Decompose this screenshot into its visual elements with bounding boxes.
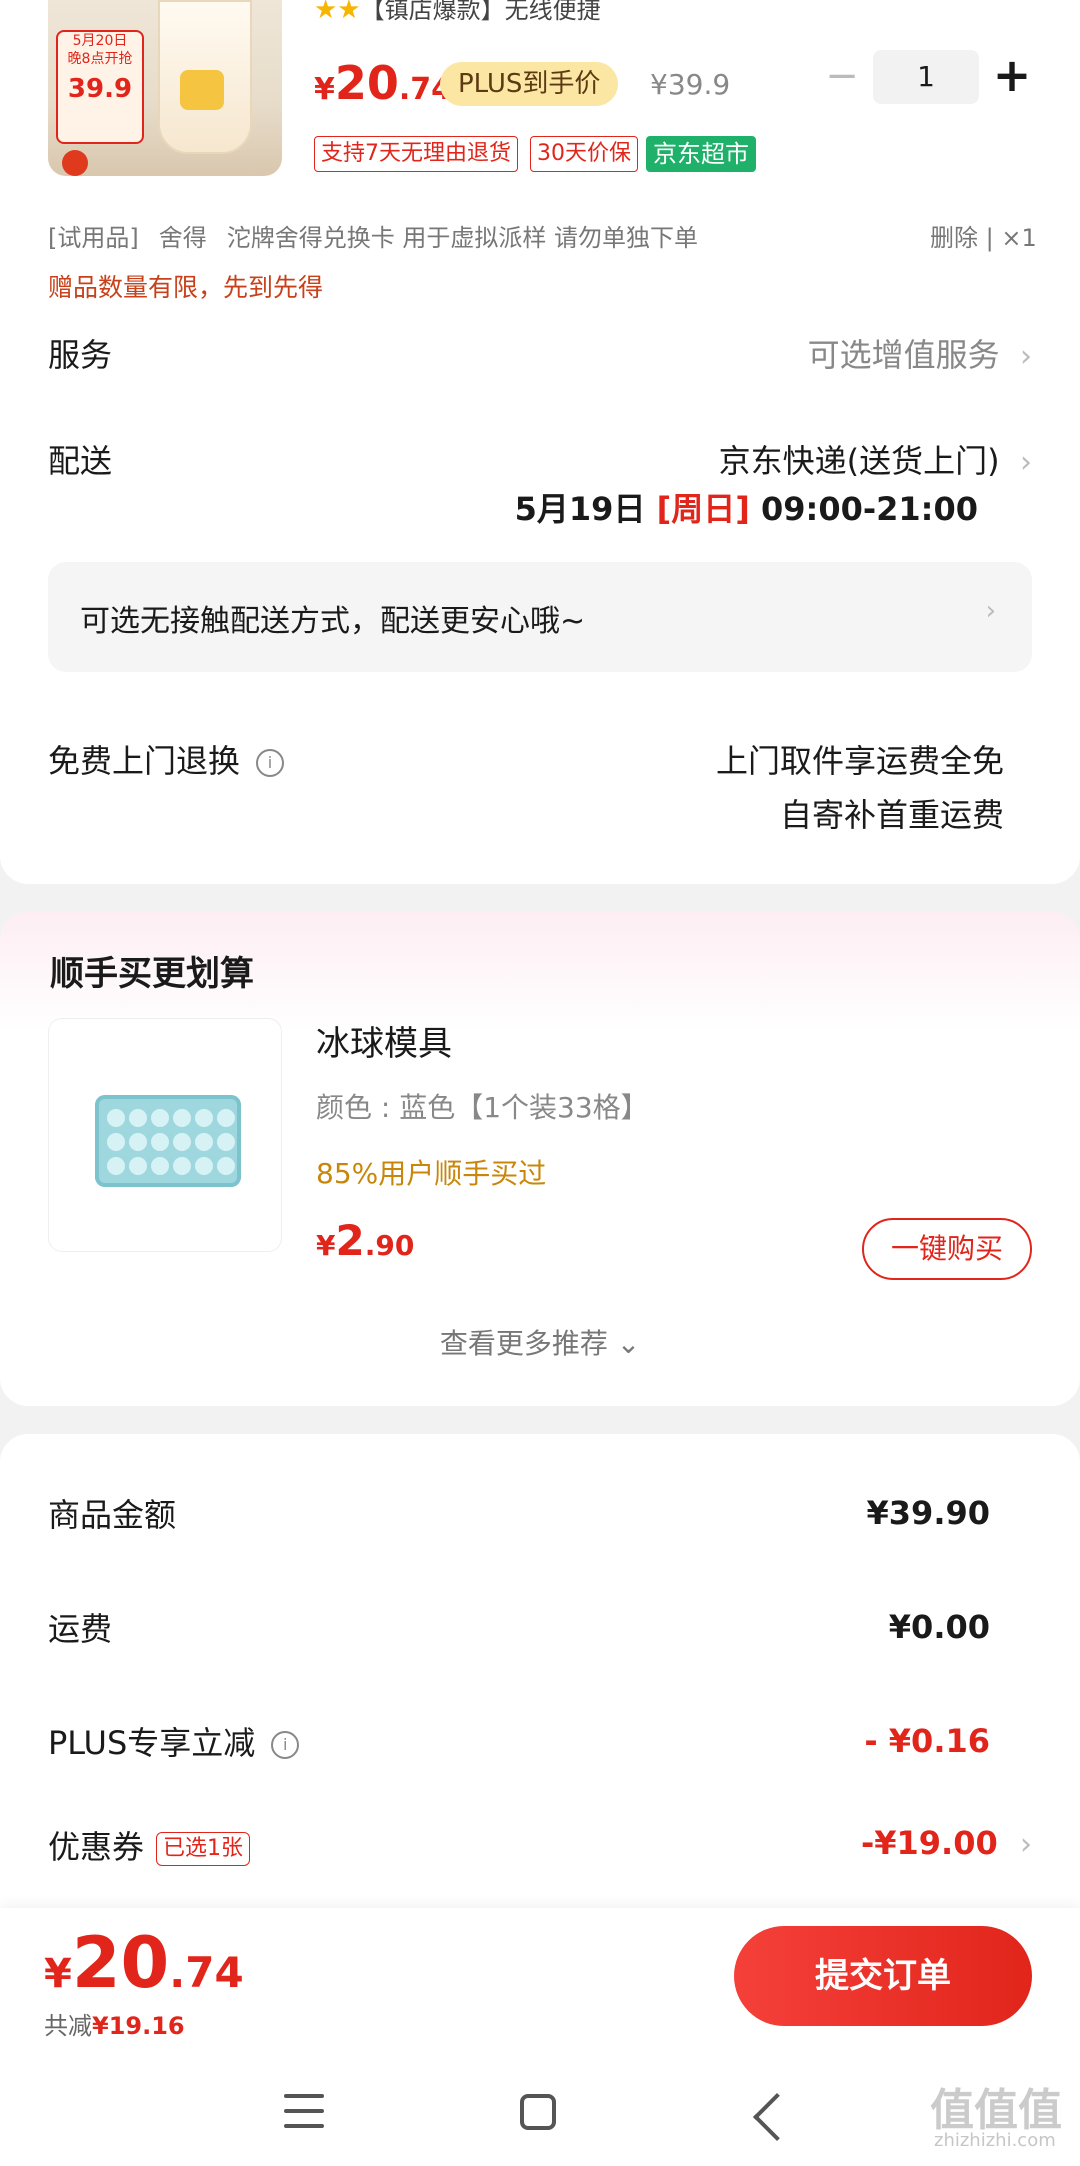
goods-amount-value: ¥39.90: [866, 1494, 990, 1532]
plus-discount-label: PLUS专享立减: [48, 1724, 256, 1762]
ice-cell: [107, 1157, 125, 1175]
service-value: 可选增值服务: [807, 336, 1000, 374]
ice-cell: [129, 1109, 147, 1127]
chevron-right-icon: ›: [985, 596, 996, 626]
goods-amount-label: 商品金额: [48, 1496, 177, 1534]
delivery-method-row[interactable]: 京东快递(送货上门) ›: [719, 436, 1032, 482]
delivery-method: 京东快递(送货上门): [718, 442, 1000, 480]
recent-apps-icon[interactable]: [284, 2094, 324, 2128]
shipping-value: ¥0.00: [888, 1608, 990, 1646]
ice-cell: [151, 1157, 169, 1175]
product-thumbnail[interactable]: 5月20日 晚8点开抢 39.9: [48, 0, 282, 176]
gift-note: 赠品数量有限，先到先得: [48, 273, 324, 302]
ice-cell: [129, 1157, 147, 1175]
system-nav-bar: [0, 2058, 1080, 2166]
ice-cell: [173, 1109, 191, 1127]
delivery-time: 5月19日 [周日] 09:00-21:00: [514, 490, 978, 528]
tomato-image: [62, 150, 88, 176]
star-icon: ★★: [314, 0, 361, 25]
coupon-label: 优惠券: [48, 1828, 145, 1866]
returns-row: 免费上门退换 i: [48, 736, 285, 782]
return-policy-tag: 支持7天无理由退货: [314, 136, 518, 172]
ice-cell: [217, 1133, 235, 1151]
one-click-buy-button[interactable]: 一键购买: [862, 1218, 1032, 1280]
see-more-recommend-link[interactable]: 查看更多推荐 ⌄: [0, 1322, 1080, 1362]
quantity-increase-button[interactable]: +: [990, 52, 1034, 100]
plus-price-tag: PLUS到手价: [440, 62, 619, 106]
recommend-title: 顺手买更划算: [50, 954, 254, 994]
delivery-label: 配送: [48, 442, 113, 480]
product-title[interactable]: ★★【镇店爆款】无线便捷: [314, 0, 601, 25]
recommend-item-price: ¥2.90: [316, 1216, 415, 1265]
promo-time: 晚8点开抢: [67, 51, 133, 67]
chevron-right-icon: ›: [1020, 339, 1032, 374]
promo-price: 39.9: [67, 74, 133, 104]
service-row[interactable]: 可选增值服务 ›: [808, 330, 1032, 376]
recommend-item-attr: 颜色 : 蓝色【1个装33格】: [316, 1091, 649, 1124]
contactless-delivery-option[interactable]: 可选无接触配送方式，配送更安心哦~ ›: [48, 562, 1032, 672]
ice-cell: [195, 1133, 213, 1151]
ice-cell: [217, 1157, 235, 1175]
recommend-card: 顺手买更划算 冰球模具 颜色 : 蓝色【1个装33格】 85%用户顺手买过 ¥2…: [0, 912, 1080, 1406]
home-icon[interactable]: [520, 2094, 556, 2130]
recommend-item-bought: 85%用户顺手买过: [316, 1157, 547, 1190]
submit-order-button[interactable]: 提交订单: [734, 1926, 1032, 2026]
returns-label: 免费上门退换: [48, 742, 241, 780]
gift-qty: ×1: [1001, 224, 1037, 252]
price-protect-tag: 30天价保: [530, 136, 638, 172]
ice-cell: [151, 1109, 169, 1127]
promo-date: 5月20日: [72, 33, 128, 49]
gift-item: [试用品] 舍得 沱牌舍得兑换卡 用于虚拟派样 请勿单独下单: [48, 218, 718, 253]
gift-actions: 删除 | ×1: [930, 224, 1037, 252]
coupon-chosen-tag: 已选1张: [156, 1832, 251, 1866]
service-label: 服务: [48, 336, 113, 374]
delivery-weekday: [周日]: [656, 490, 750, 528]
gift-delete-link[interactable]: 删除: [930, 224, 978, 252]
plus-discount-value: - ¥0.16: [864, 1722, 990, 1760]
ice-cell: [107, 1133, 125, 1151]
chevron-right-icon: ›: [1020, 445, 1032, 480]
plus-discount-row: PLUS专享立减 i: [48, 1718, 300, 1764]
ice-cell: [173, 1157, 191, 1175]
original-price: ¥39.9: [650, 68, 731, 101]
watermark-logo: 值值值: [930, 2085, 1062, 2136]
ice-cell: [107, 1109, 125, 1127]
ice-cell: [195, 1109, 213, 1127]
coupon-value-row[interactable]: -¥19.00 ›: [861, 1824, 1032, 1862]
ice-cell: [151, 1133, 169, 1151]
ice-cell: [173, 1133, 191, 1151]
shipping-label: 运费: [48, 1610, 113, 1648]
checkout-bar: ¥20.74 共减¥19.16 提交订单: [0, 1908, 1080, 2058]
ice-cell: [129, 1133, 147, 1151]
quantity-input[interactable]: 1: [873, 50, 979, 104]
jd-supermarket-tag: 京东超市: [646, 136, 756, 172]
back-icon[interactable]: [752, 2092, 802, 2142]
total-price: ¥20.74: [44, 1922, 244, 2004]
returns-line2: 自寄补首重运费: [779, 796, 1004, 834]
promo-badge: 5月20日 晚8点开抢 39.9: [56, 30, 144, 144]
gift-prefix: [试用品]: [48, 224, 139, 252]
recommend-item-name[interactable]: 冰球模具: [316, 1016, 452, 1065]
info-icon[interactable]: i: [271, 1731, 300, 1759]
quantity-decrease-button[interactable]: −: [822, 56, 862, 98]
returns-line1: 上门取件享运费全免: [715, 742, 1004, 780]
order-item-card: 5月20日 晚8点开抢 39.9 ★★【镇店爆款】无线便捷 ¥20.74 PLU…: [0, 0, 1080, 884]
fruit-image: [180, 70, 224, 110]
ice-mold-image[interactable]: [48, 1018, 282, 1252]
watermark-url: zhizhizhi.com: [934, 2130, 1056, 2151]
gift-name: 沱牌舍得兑换卡 用于虚拟派样 请勿单独下单: [226, 224, 698, 252]
total-discount: 共减¥19.16: [44, 2012, 185, 2040]
gift-brand: 舍得: [158, 224, 207, 252]
info-icon[interactable]: i: [256, 749, 285, 777]
coupon-row[interactable]: 优惠券 已选1张: [48, 1822, 251, 1868]
coupon-value: -¥19.00: [860, 1824, 998, 1862]
price-summary-card: 商品金额 ¥39.90 运费 ¥0.00 PLUS专享立减 i - ¥0.16 优…: [0, 1434, 1080, 1934]
chevron-right-icon: ›: [1020, 1827, 1032, 1862]
product-price: ¥20.74: [314, 56, 453, 110]
ice-cell: [195, 1157, 213, 1175]
ice-cell: [217, 1109, 235, 1127]
ice-tray-image: [95, 1095, 241, 1187]
